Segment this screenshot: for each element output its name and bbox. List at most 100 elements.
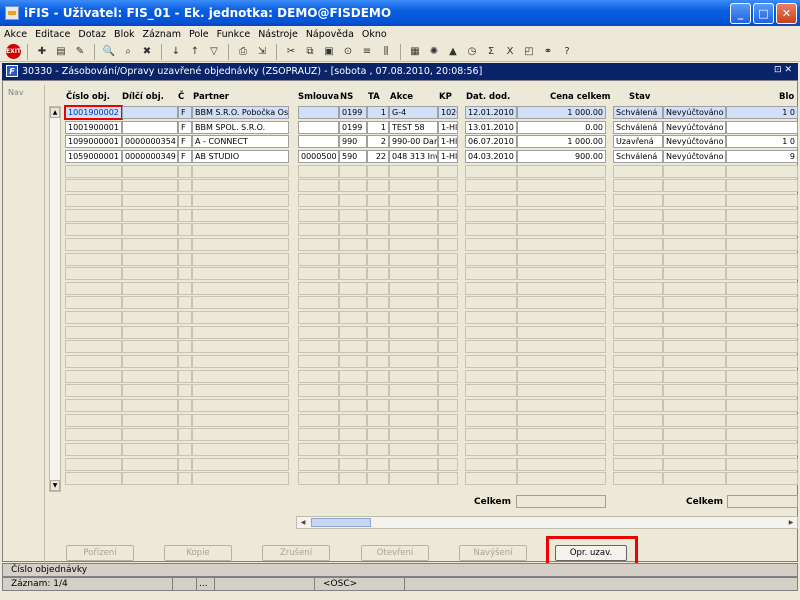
empty-cell[interactable] [613, 369, 663, 383]
empty-cell[interactable] [122, 252, 178, 266]
empty-cell[interactable] [438, 472, 458, 486]
sort-asc-icon[interactable]: ↓ [168, 44, 184, 60]
scroll-down-icon[interactable]: ▼ [50, 480, 60, 491]
empty-cell[interactable] [389, 223, 438, 237]
empty-cell[interactable] [122, 164, 178, 178]
empty-cell[interactable] [367, 442, 389, 456]
empty-cell[interactable] [367, 296, 389, 310]
empty-cell[interactable] [663, 223, 726, 237]
empty-cell[interactable] [663, 179, 726, 193]
empty-cell[interactable] [517, 428, 606, 442]
empty-cell[interactable] [192, 193, 289, 207]
search-icon[interactable]: ⊙ [340, 44, 356, 60]
excel-icon[interactable]: X [502, 44, 518, 60]
empty-cell[interactable] [465, 413, 517, 427]
empty-cell[interactable] [438, 296, 458, 310]
maximize-button[interactable]: □ [753, 3, 774, 24]
empty-cell[interactable] [726, 223, 798, 237]
empty-cell[interactable] [298, 193, 339, 207]
cell-ns[interactable]: 0199 [339, 120, 367, 134]
nav-label[interactable]: Nav [5, 85, 44, 97]
empty-cell[interactable] [339, 267, 367, 281]
porizeni-button[interactable]: Pořízení [66, 545, 134, 561]
empty-cell[interactable] [438, 193, 458, 207]
cell-dilci[interactable]: 0000000349 [122, 149, 178, 163]
exit-icon[interactable]: EXIT [6, 44, 21, 59]
menu-dotaz[interactable]: Dotaz [78, 29, 106, 40]
empty-cell[interactable] [517, 369, 606, 383]
empty-cell[interactable] [465, 281, 517, 295]
empty-cell[interactable] [339, 325, 367, 339]
empty-cell[interactable] [339, 193, 367, 207]
empty-cell[interactable] [65, 340, 122, 354]
empty-cell[interactable] [192, 252, 289, 266]
empty-cell[interactable] [726, 384, 798, 398]
empty-cell[interactable] [726, 208, 798, 222]
menu-zaznam[interactable]: Záznam [143, 29, 181, 40]
empty-cell[interactable] [367, 281, 389, 295]
empty-cell[interactable] [298, 457, 339, 471]
empty-cell[interactable] [726, 399, 798, 412]
empty-cell[interactable] [65, 179, 122, 193]
cell-kp[interactable]: 1-Hle [438, 135, 458, 149]
empty-cell[interactable] [389, 325, 438, 339]
empty-cell[interactable] [192, 296, 289, 310]
cell-akce[interactable]: 990-00 Dary [389, 135, 438, 149]
cell-blo[interactable]: 1 0 [726, 106, 798, 119]
empty-cell[interactable] [389, 472, 438, 486]
menu-editace[interactable]: Editace [35, 29, 70, 40]
empty-cell[interactable] [517, 340, 606, 354]
empty-cell[interactable] [663, 384, 726, 398]
sort-desc-icon[interactable]: ↑ [187, 44, 203, 60]
empty-cell[interactable] [65, 369, 122, 383]
empty-cell[interactable] [613, 252, 663, 266]
empty-cell[interactable] [367, 208, 389, 222]
empty-cell[interactable] [726, 340, 798, 354]
copy-icon[interactable]: ⧉ [302, 44, 318, 60]
empty-cell[interactable] [339, 399, 367, 412]
empty-cell[interactable] [389, 413, 438, 427]
empty-cell[interactable] [438, 237, 458, 251]
empty-cell[interactable] [517, 164, 606, 178]
empty-cell[interactable] [726, 311, 798, 325]
empty-cell[interactable] [298, 369, 339, 383]
cell-stav[interactable]: Schválená [613, 120, 663, 134]
vertical-scrollbar[interactable]: ▲ ▼ [49, 106, 61, 492]
window-icon[interactable]: ◰ [521, 44, 537, 60]
empty-cell[interactable] [178, 252, 192, 266]
empty-cell[interactable] [726, 325, 798, 339]
empty-cell[interactable] [65, 442, 122, 456]
empty-cell[interactable] [465, 325, 517, 339]
cell-smlouva[interactable] [298, 106, 339, 119]
empty-cell[interactable] [192, 413, 289, 427]
empty-cell[interactable] [339, 442, 367, 456]
empty-cell[interactable] [465, 399, 517, 412]
empty-cell[interactable] [517, 325, 606, 339]
empty-cell[interactable] [663, 355, 726, 369]
empty-cell[interactable] [517, 442, 606, 456]
empty-cell[interactable] [517, 457, 606, 471]
empty-cell[interactable] [298, 267, 339, 281]
empty-cell[interactable] [65, 384, 122, 398]
empty-cell[interactable] [663, 369, 726, 383]
menu-funkce[interactable]: Funkce [217, 29, 251, 40]
empty-cell[interactable] [367, 355, 389, 369]
empty-cell[interactable] [178, 208, 192, 222]
print-preview-icon[interactable]: ▤ [53, 44, 69, 60]
query-execute-icon[interactable]: ⌕ [120, 44, 136, 60]
empty-cell[interactable] [298, 399, 339, 412]
empty-cell[interactable] [465, 296, 517, 310]
empty-cell[interactable] [122, 384, 178, 398]
empty-cell[interactable] [389, 340, 438, 354]
empty-cell[interactable] [613, 267, 663, 281]
empty-cell[interactable] [517, 179, 606, 193]
cell-fakt[interactable]: Nevyúčtováno [663, 106, 726, 119]
cell-partner[interactable]: BBM S.R.O. Pobočka Ost [192, 106, 289, 119]
empty-cell[interactable] [339, 428, 367, 442]
cell-cena[interactable]: 1 000.00 [517, 135, 606, 149]
empty-cell[interactable] [438, 179, 458, 193]
cell-c[interactable]: F [178, 149, 192, 163]
empty-cell[interactable] [339, 311, 367, 325]
cell-akce[interactable]: 048 313 Inve [389, 149, 438, 163]
empty-cell[interactable] [663, 340, 726, 354]
